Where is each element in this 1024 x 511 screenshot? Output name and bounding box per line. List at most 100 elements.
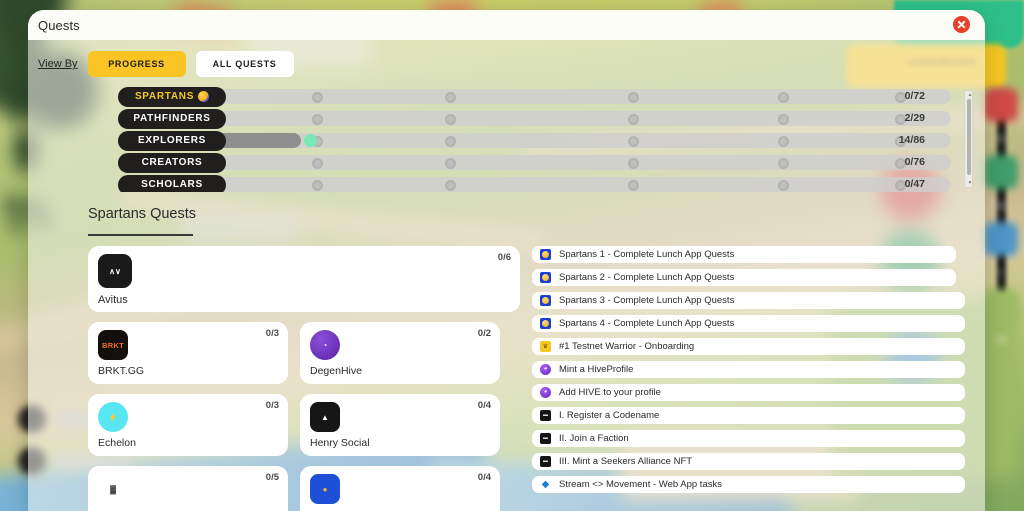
view-by-label[interactable]: View By — [38, 58, 78, 70]
close-icon[interactable] — [951, 14, 972, 35]
progress-node-icon — [445, 91, 457, 103]
project-card[interactable]: 0/4 ▲ Henry Social — [300, 394, 500, 456]
quest-list-column: Spartans 1 - Complete Lunch App Quests Sp… — [532, 246, 973, 498]
degenhive-logo-icon: ◔ — [310, 330, 340, 360]
project-card[interactable]: 0/5 ▓ — [88, 466, 288, 511]
progress-row: SCHOLARS 0/47 — [118, 174, 951, 192]
progress-node-icon — [445, 179, 457, 191]
faction-badge-scholars[interactable]: SCHOLARS — [118, 174, 226, 192]
quest-list-item-label: II. Join a Faction — [559, 432, 629, 444]
progress-track — [118, 177, 951, 192]
progress-node-icon — [628, 91, 640, 103]
project-card-name: DegenHive — [310, 365, 362, 377]
progress-row: EXPLORERS 14/86 — [118, 130, 951, 151]
quest-list-item[interactable]: Spartans 2 - Complete Lunch App Quests — [532, 269, 956, 286]
quest-list-item[interactable]: ◕ Add HIVE to your profile — [532, 384, 965, 401]
project-card-count: 0/5 — [265, 472, 279, 483]
progress-scrollbar[interactable]: ▲ ▼ — [964, 90, 973, 188]
quest-list-item-label: #1 Testnet Warrior - Onboarding — [559, 340, 695, 352]
progress-node-icon — [445, 135, 457, 147]
project-card-count: 0/3 — [265, 400, 279, 411]
project-card[interactable]: 0/3 BRKT BRKT.GG — [88, 322, 288, 384]
progress-row: PATHFINDERS 2/29 — [118, 108, 951, 129]
faction-badge-label: EXPLORERS — [138, 135, 206, 146]
progress-count: 2/29 — [904, 112, 925, 124]
project-card-count: 0/2 — [477, 328, 491, 339]
faction-badge-creators[interactable]: CREATORS — [118, 152, 226, 173]
faction-badge-spartans[interactable]: SPARTANS — [118, 86, 226, 107]
progress-node-icon — [628, 157, 640, 169]
hive-icon: ◕ — [540, 386, 551, 398]
checker-logo-icon: ▓ — [98, 474, 128, 504]
lunch-app-icon — [540, 248, 551, 260]
quest-list-item-label: I. Register a Codename — [559, 409, 660, 421]
seekers-icon: ▬ — [540, 432, 551, 444]
progress-track — [118, 155, 951, 170]
project-card[interactable]: 0/6 ∧∨ Avitus — [88, 246, 520, 312]
view-by-toolbar: View By PROGRESS ALL QUESTS — [28, 40, 985, 86]
quest-list-item[interactable]: ▬ III. Mint a Seekers Alliance NFT — [532, 453, 965, 470]
progress-node-icon — [311, 91, 323, 103]
progress-node-icon — [778, 179, 790, 191]
project-card-grid: 0/6 ∧∨ Avitus 0/3 BRKT BRKT.GG 0/2 ◔ DegenHive 0/… — [88, 246, 520, 511]
progress-count: 14/86 — [898, 134, 925, 146]
hive-icon: ◕ — [540, 363, 551, 375]
progress-node-icon — [628, 179, 640, 191]
lunch-app-icon — [540, 317, 551, 329]
progress-count: 0/47 — [904, 178, 925, 190]
quest-list-item[interactable]: Spartans 1 - Complete Lunch App Quests — [532, 246, 956, 263]
seekers-icon: ▬ — [540, 409, 551, 421]
progress-node-icon — [778, 113, 790, 125]
quest-list-item[interactable]: Spartans 4 - Complete Lunch App Quests — [532, 315, 965, 332]
progress-track — [118, 89, 951, 104]
faction-badge-explorers[interactable]: EXPLORERS — [118, 130, 226, 151]
project-card[interactable]: 0/2 ◔ DegenHive — [300, 322, 500, 384]
faction-badge-pathfinders[interactable]: PATHFINDERS — [118, 108, 226, 129]
quest-list-item[interactable]: Spartans 3 - Complete Lunch App Quests — [532, 292, 965, 309]
quest-list-item-label: III. Mint a Seekers Alliance NFT — [559, 455, 693, 467]
faction-badge-label: PATHFINDERS — [133, 113, 211, 124]
faction-badge-label: CREATORS — [141, 157, 203, 168]
quest-list-item[interactable]: ♛ #1 Testnet Warrior - Onboarding — [532, 338, 965, 355]
faction-progress-list: SPARTANS 0/72 PATHFINDERS 2/29 EXPLORERS 14/8… — [118, 86, 973, 192]
progress-node-icon — [311, 113, 323, 125]
progress-node-icon — [311, 157, 323, 169]
quest-list-item[interactable]: ▬ I. Register a Codename — [532, 407, 965, 424]
lunch-app-icon — [540, 294, 551, 306]
quest-list-item-label: Spartans 3 - Complete Lunch App Quests — [559, 294, 735, 306]
echelon-logo-icon: ⚡ — [98, 402, 128, 432]
seekers-icon: ▬ — [540, 455, 551, 467]
testnet-warrior-icon: ♛ — [540, 340, 551, 352]
flame-logo-icon: ● — [310, 474, 340, 504]
progress-node-icon — [311, 179, 323, 191]
progress-node-icon — [778, 157, 790, 169]
progress-count: 0/76 — [904, 156, 925, 168]
project-card-name: Henry Social — [310, 437, 370, 449]
project-card-count: 0/3 — [265, 328, 279, 339]
henry-social-logo-icon: ▲ — [310, 402, 340, 432]
progress-count: 0/72 — [904, 90, 925, 102]
project-card[interactable]: 0/3 ⚡ Echelon — [88, 394, 288, 456]
stream-icon: ◆ — [541, 478, 550, 490]
quests-body: 0/6 ∧∨ Avitus 0/3 BRKT BRKT.GG 0/2 ◔ DegenHive 0/… — [28, 236, 985, 511]
progress-node-icon — [628, 113, 640, 125]
project-card-count: 0/6 — [497, 252, 511, 263]
quest-list-item-label: Spartans 2 - Complete Lunch App Quests — [559, 271, 735, 283]
avitus-logo-icon: ∧∨ — [98, 254, 132, 288]
quest-list-item-label: Add HIVE to your profile — [559, 386, 661, 398]
progress-row: CREATORS 0/76 — [118, 152, 951, 173]
quest-list-item[interactable]: ◕ Mint a HiveProfile — [532, 361, 965, 378]
project-card-name: Avitus — [98, 294, 128, 306]
project-card-name: BRKT.GG — [98, 365, 145, 377]
section-header: Spartans Quests — [88, 206, 985, 236]
tab-all-quests[interactable]: ALL QUESTS — [195, 51, 294, 77]
tab-progress[interactable]: PROGRESS — [87, 51, 186, 77]
quests-modal: Quests View By PROGRESS ALL QUESTS SPART… — [28, 10, 985, 511]
progress-track — [118, 111, 951, 126]
quest-list-item[interactable]: ◆ Stream <> Movement - Web App tasks — [532, 476, 965, 493]
project-card-name: Echelon — [98, 437, 136, 449]
faction-badge-label: SPARTANS — [134, 91, 195, 102]
progress-node-icon — [445, 113, 457, 125]
project-card[interactable]: 0/4 ● — [300, 466, 500, 511]
quest-list-item[interactable]: ▬ II. Join a Faction — [532, 430, 965, 447]
